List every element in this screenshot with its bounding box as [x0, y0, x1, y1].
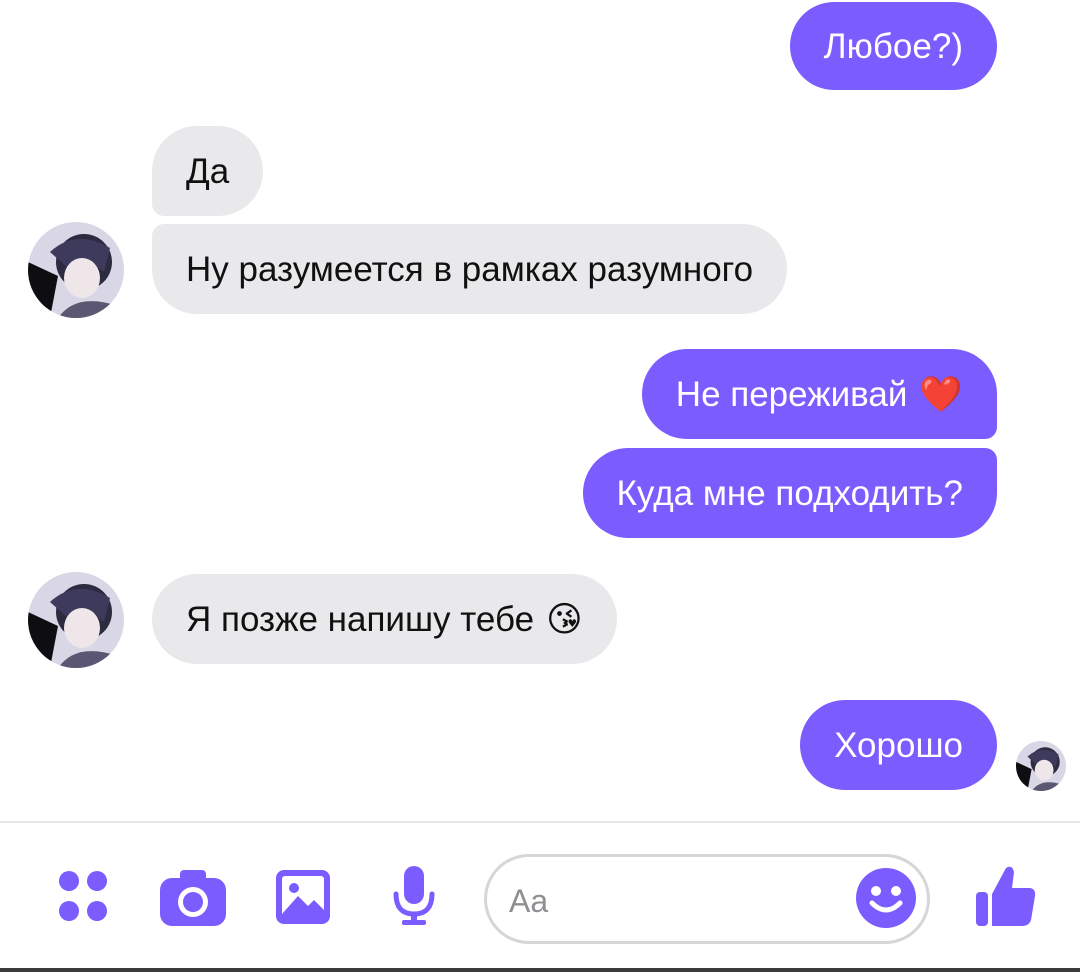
message-bubble-incoming[interactable]: Я позже напишу тебе 😘	[152, 574, 617, 664]
message-input-box[interactable]	[484, 854, 930, 944]
message-bubble-incoming[interactable]: Да	[152, 126, 264, 216]
message-text: Хорошо	[834, 725, 963, 765]
image-icon[interactable]	[276, 870, 330, 924]
bottom-edge	[0, 968, 1080, 972]
red-heart-icon: ❤️	[919, 374, 963, 414]
message-bubble-outgoing[interactable]: Любое?)	[789, 2, 997, 90]
composer-divider	[0, 821, 1080, 823]
message-bubble-outgoing[interactable]: Хорошо	[800, 700, 997, 790]
message-bubble-outgoing[interactable]: Не переживай ❤️	[641, 349, 997, 439]
message-text: Любое?)	[823, 26, 963, 66]
message-bubble-incoming[interactable]: Ну разумеется в рамках разумного	[152, 224, 788, 314]
message-text: Да	[186, 151, 230, 191]
message-text: Куда мне подходить?	[616, 473, 964, 513]
read-receipt-avatar	[1016, 741, 1066, 791]
message-bubble-outgoing[interactable]: Куда мне подходить?	[582, 448, 997, 538]
camera-icon[interactable]	[160, 868, 226, 926]
microphone-icon[interactable]	[392, 866, 436, 926]
smiley-icon[interactable]	[855, 867, 917, 929]
message-text: Я позже напишу тебе	[186, 599, 535, 639]
apps-dots-icon[interactable]	[58, 870, 110, 922]
message-input[interactable]	[507, 877, 851, 925]
contact-avatar[interactable]	[28, 572, 124, 668]
message-text: Ну разумеется в рамках разумного	[186, 249, 754, 289]
kissing-face-icon: 😘	[546, 599, 583, 639]
contact-avatar[interactable]	[28, 222, 124, 318]
message-text: Не переживай	[675, 374, 908, 414]
thumbs-up-icon[interactable]	[976, 864, 1036, 928]
